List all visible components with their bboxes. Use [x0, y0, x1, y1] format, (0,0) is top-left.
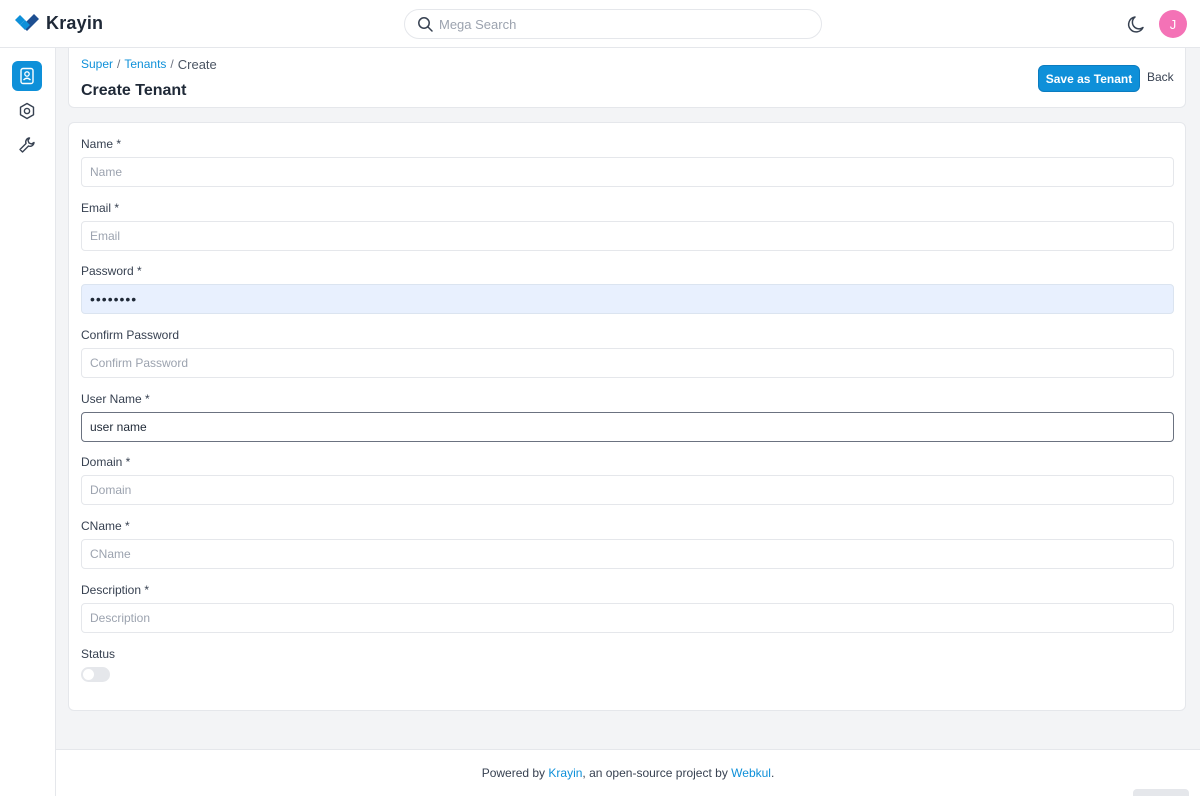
- app-name: Krayin: [46, 12, 104, 33]
- contact-book-icon: [20, 67, 34, 85]
- sidebar-item-settings[interactable]: [12, 96, 42, 126]
- corner-widget[interactable]: [1133, 789, 1189, 796]
- tenant-form: Name * Email * Password * Confirm Passwo…: [68, 122, 1186, 711]
- field-name: Name *: [81, 137, 1174, 187]
- name-input[interactable]: [81, 157, 1174, 187]
- field-domain: Domain *: [81, 455, 1174, 505]
- mega-search[interactable]: [404, 9, 822, 39]
- description-input[interactable]: [81, 603, 1174, 633]
- field-email: Email *: [81, 201, 1174, 251]
- save-tenant-button[interactable]: Save as Tenant: [1038, 65, 1140, 92]
- breadcrumb-current: Create: [177, 57, 217, 72]
- domain-input[interactable]: [81, 475, 1174, 505]
- settings-icon: [19, 102, 35, 120]
- field-confirm-password: Confirm Password: [81, 328, 1174, 378]
- breadcrumb-tenants[interactable]: Tenants: [124, 57, 166, 72]
- footer: Powered by Krayin , an open-source proje…: [56, 749, 1200, 796]
- name-label: Name *: [81, 137, 122, 151]
- top-bar: Krayin J: [0, 0, 1200, 48]
- user-name-input[interactable]: [81, 412, 1174, 442]
- user-name-label: User Name *: [81, 392, 150, 406]
- footer-prefix: Powered by: [481, 766, 549, 780]
- confirm-password-label: Confirm Password: [81, 328, 180, 342]
- domain-label: Domain *: [81, 455, 131, 469]
- confirm-password-input[interactable]: [81, 348, 1174, 378]
- page-header: Super / Tenants / Create Create Tenant S…: [68, 48, 1186, 108]
- sidebar-item-configuration[interactable]: [12, 130, 42, 160]
- password-label: Password *: [81, 264, 142, 278]
- back-button[interactable]: Back: [1147, 70, 1174, 84]
- footer-krayin-link[interactable]: Krayin: [548, 766, 582, 780]
- footer-suffix: .: [770, 766, 775, 780]
- status-toggle[interactable]: [81, 667, 110, 682]
- wrench-icon: [19, 137, 35, 153]
- search-input[interactable]: [439, 16, 799, 32]
- breadcrumb-separator: /: [117, 57, 121, 71]
- field-description: Description *: [81, 583, 1174, 633]
- moon-icon[interactable]: [1126, 13, 1148, 35]
- toggle-knob: [83, 669, 94, 680]
- email-label: Email *: [81, 201, 120, 215]
- field-user-name: User Name *: [81, 392, 1174, 442]
- footer-webkul-link[interactable]: Webkul: [731, 766, 771, 780]
- field-cname: CName *: [81, 519, 1174, 569]
- field-password: Password *: [81, 264, 1174, 314]
- breadcrumb-super[interactable]: Super: [81, 57, 113, 72]
- breadcrumb: Super / Tenants / Create: [81, 57, 217, 72]
- search-icon: [418, 17, 433, 32]
- description-label: Description *: [81, 583, 150, 597]
- sidebar: [0, 48, 56, 796]
- krayin-logo-icon: [15, 14, 39, 31]
- status-label: Status: [81, 647, 116, 661]
- field-status: Status: [81, 647, 1174, 661]
- breadcrumb-separator: /: [170, 57, 174, 71]
- app-logo[interactable]: Krayin: [14, 12, 103, 34]
- password-input[interactable]: [81, 284, 1174, 314]
- page-title: Create Tenant: [81, 82, 187, 99]
- cname-label: CName *: [81, 519, 130, 533]
- user-avatar[interactable]: J: [1159, 10, 1187, 38]
- sidebar-item-tenants[interactable]: [12, 61, 42, 91]
- footer-middle: , an open-source project by: [582, 766, 732, 780]
- cname-input[interactable]: [81, 539, 1174, 569]
- email-input[interactable]: [81, 221, 1174, 251]
- avatar-initial: J: [1169, 16, 1177, 32]
